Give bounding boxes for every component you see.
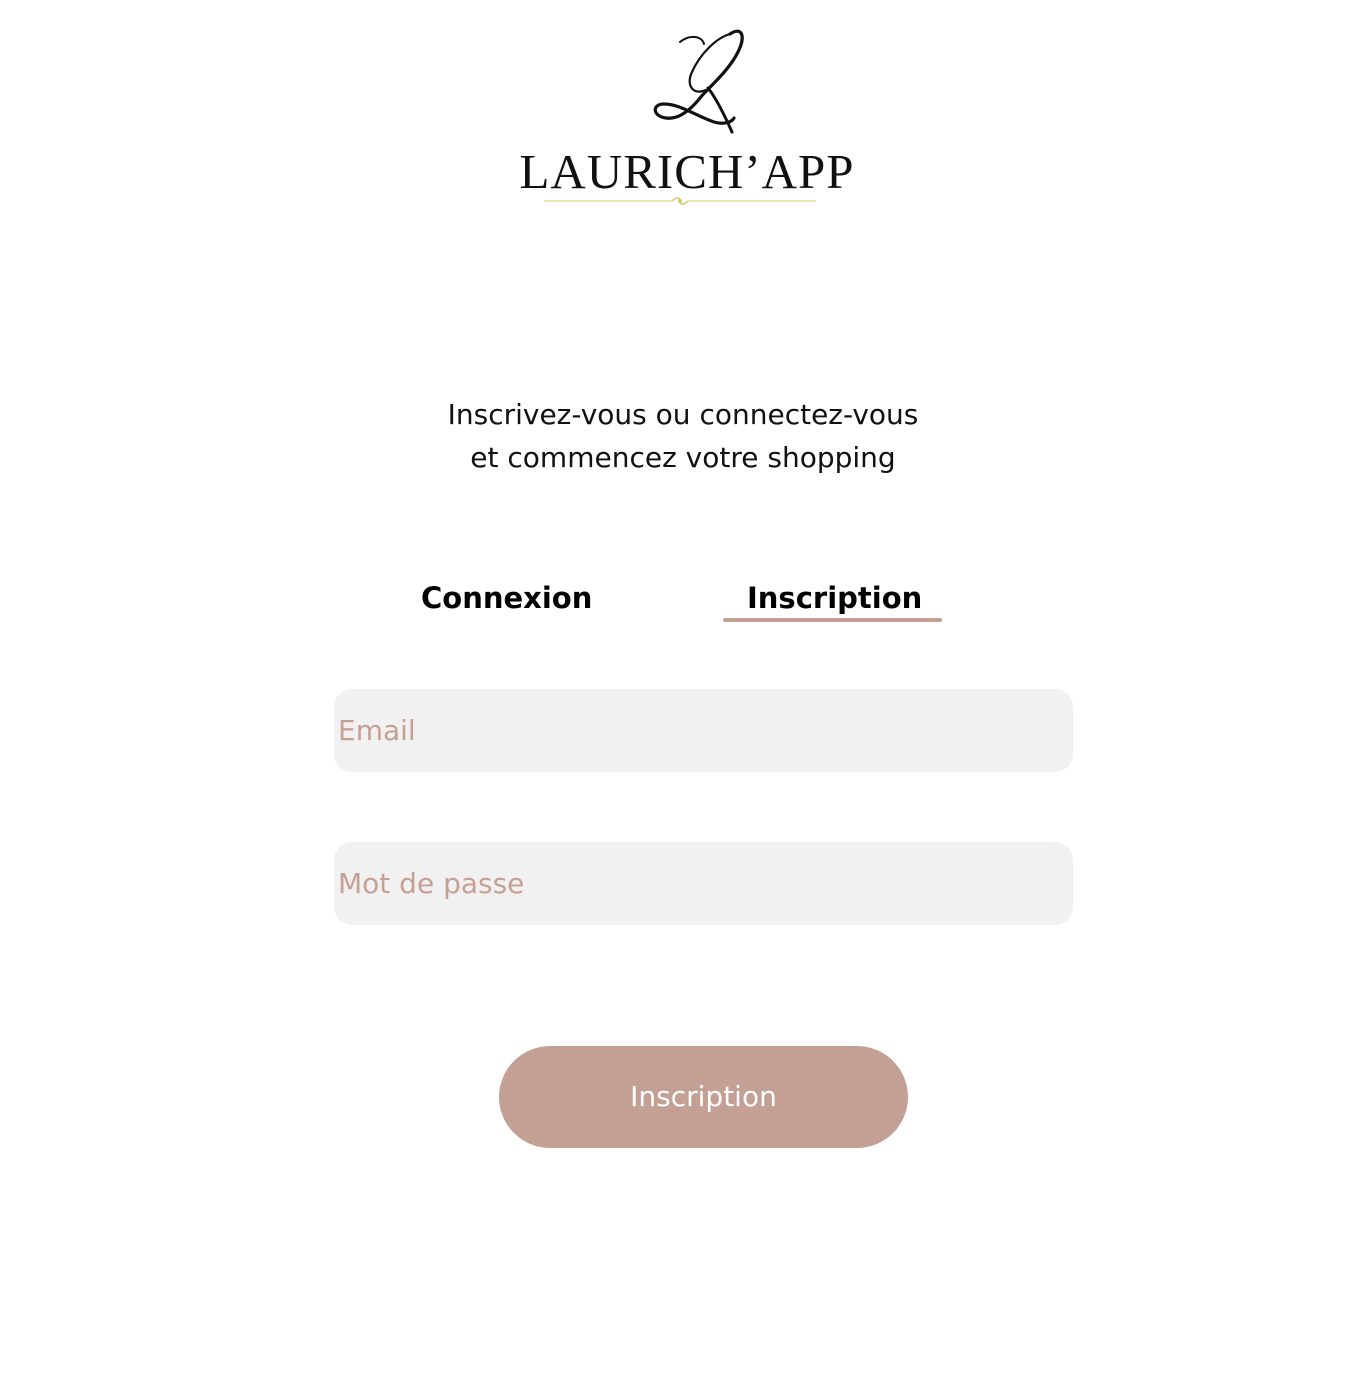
- inscription-submit-button[interactable]: Inscription: [499, 1046, 908, 1148]
- script-l-logo-icon: [653, 29, 744, 134]
- email-field[interactable]: [334, 689, 1073, 772]
- tagline: Inscrivez-vous ou connectez-vous et comm…: [0, 393, 1366, 479]
- tagline-line-1: Inscrivez-vous ou connectez-vous: [447, 398, 919, 431]
- password-field-container: [334, 842, 1073, 925]
- tagline-line-2: et commencez votre shopping: [470, 441, 896, 474]
- tab-connexion[interactable]: Connexion: [421, 580, 592, 616]
- tab-inscription[interactable]: Inscription: [747, 580, 922, 616]
- active-tab-indicator: [723, 618, 942, 622]
- email-field-container: [334, 689, 1073, 772]
- password-field[interactable]: [334, 842, 1073, 925]
- brand-header: LAURICH’APP: [0, 0, 1366, 215]
- auth-tabs: Connexion Inscription: [0, 570, 1366, 630]
- ornament-divider-icon: [544, 197, 816, 205]
